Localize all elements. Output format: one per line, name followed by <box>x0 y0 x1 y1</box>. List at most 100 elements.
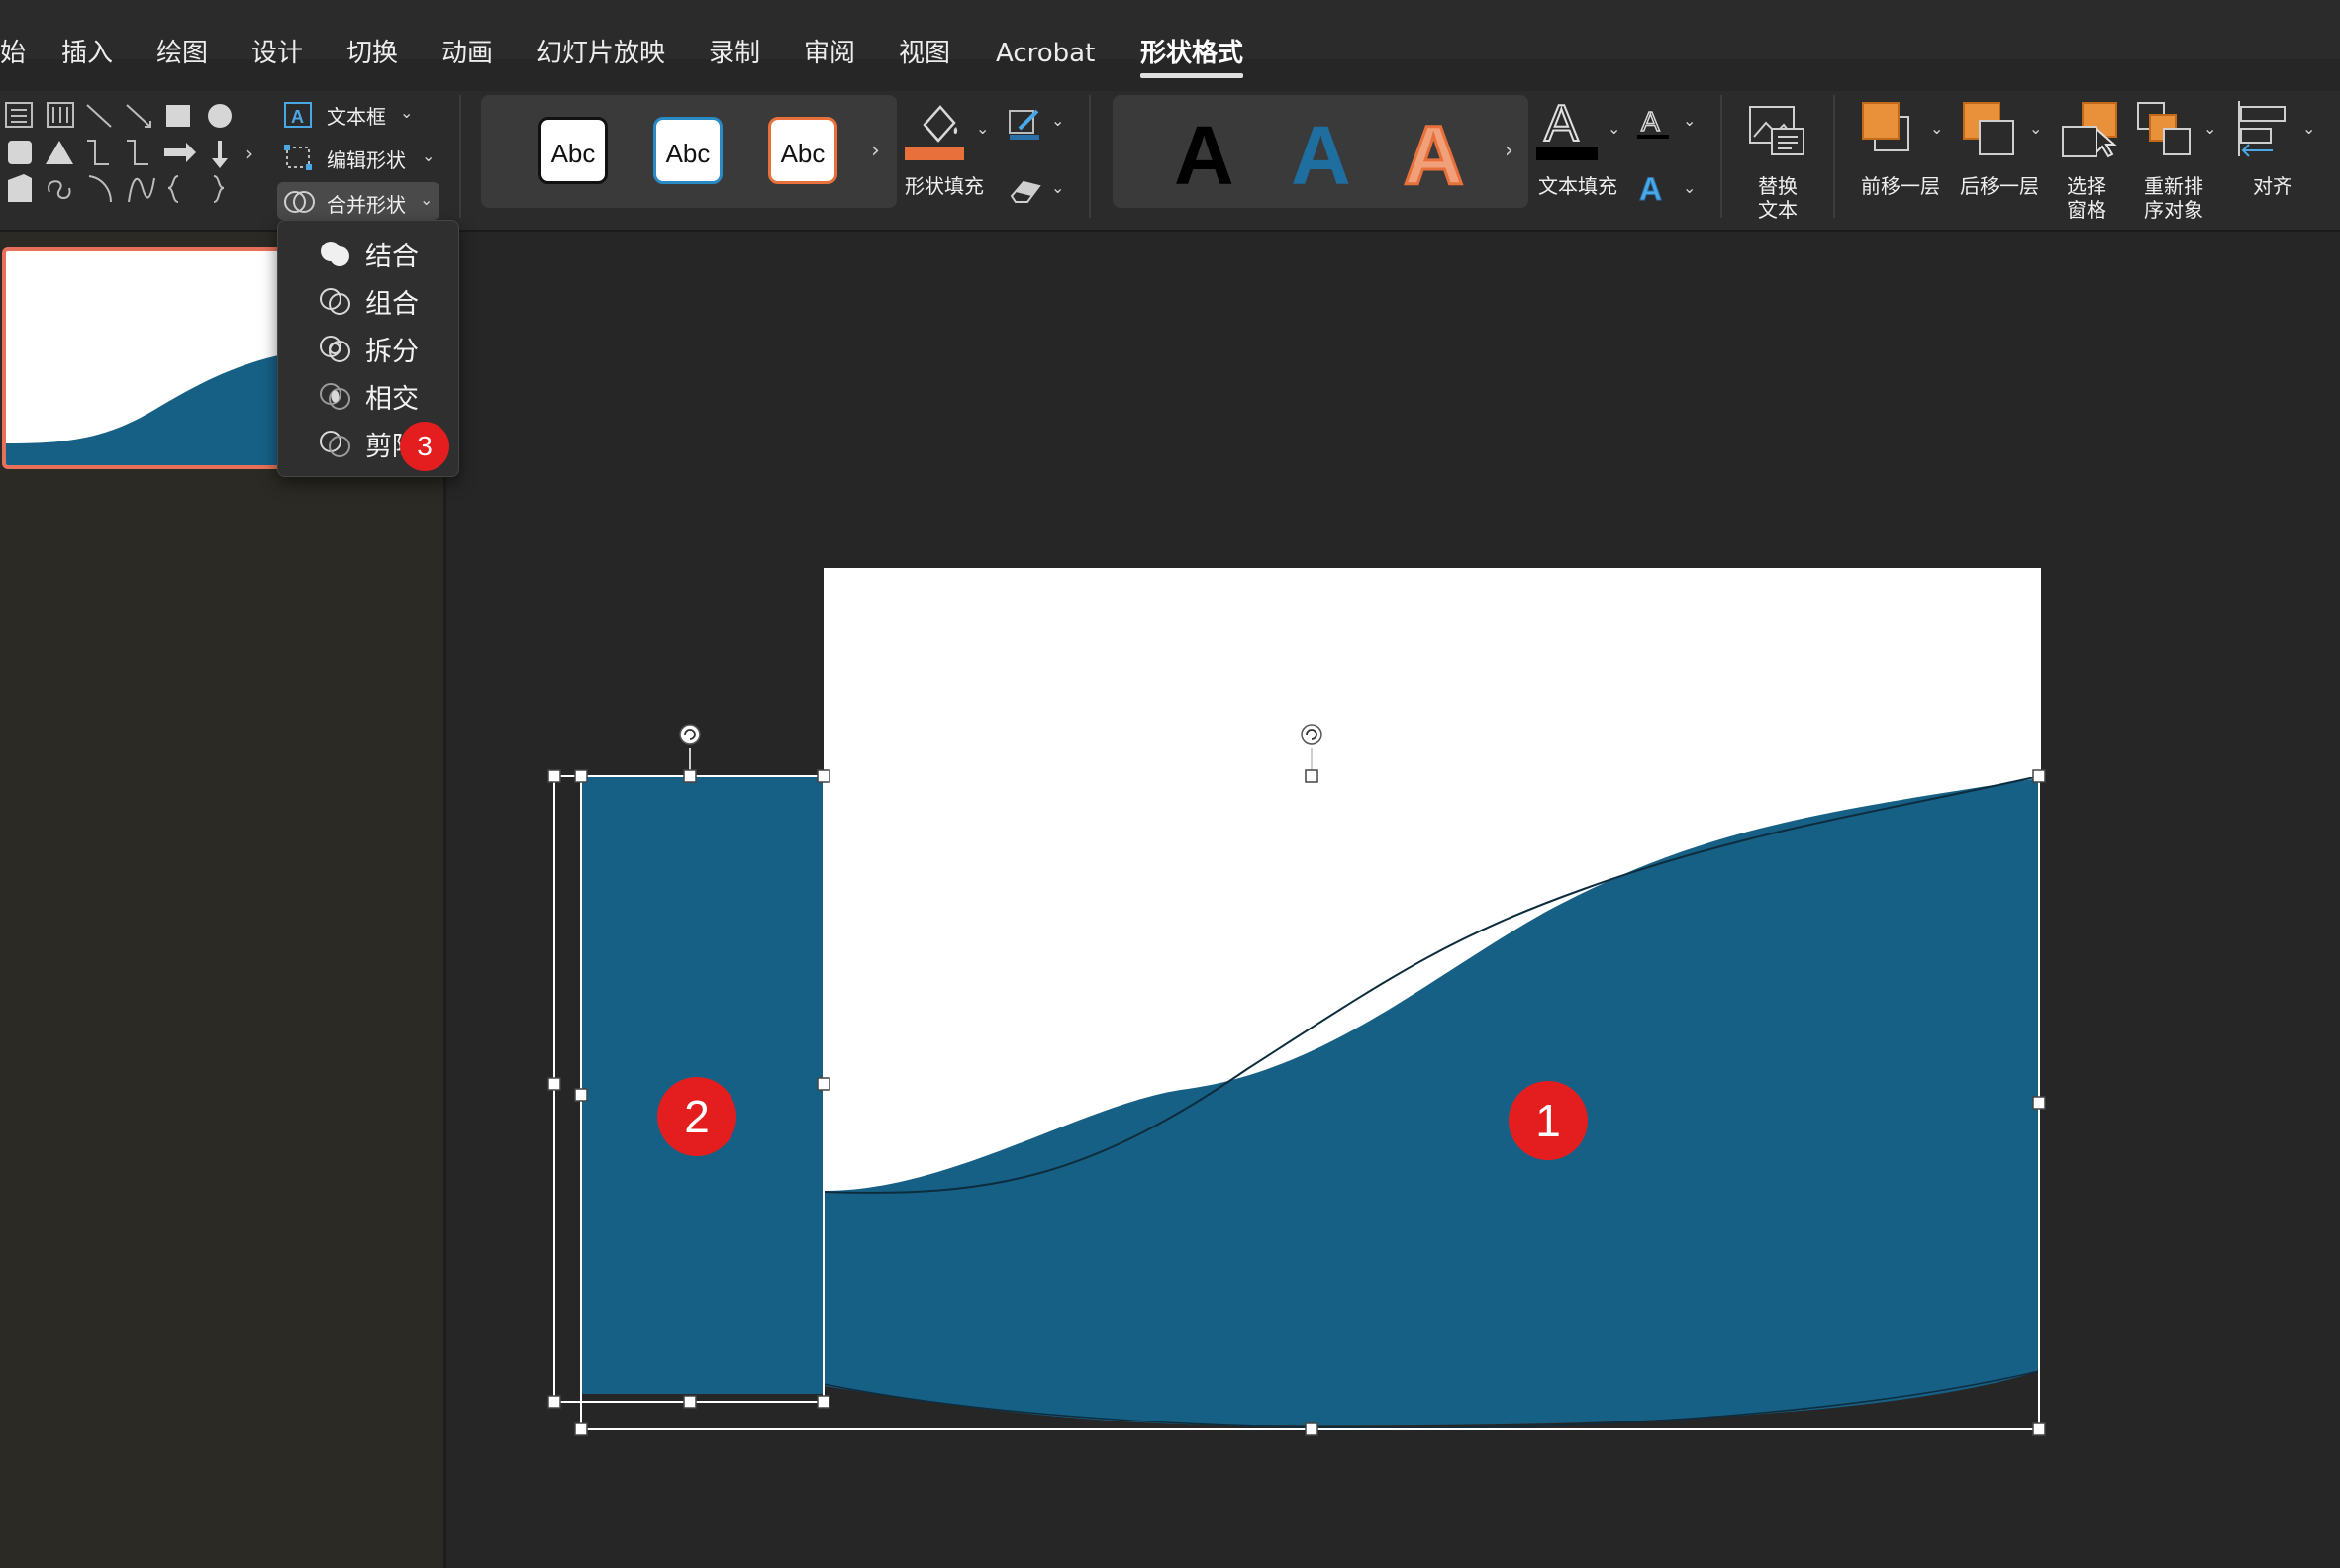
text-effects-icon[interactable]: A <box>1635 170 1671 207</box>
shapes-gallery[interactable]: › <box>4 99 257 206</box>
chevron-down-icon[interactable]: ⌄ <box>976 119 989 138</box>
rotate-handle-icon <box>1301 724 1322 745</box>
reorder-icon[interactable] <box>2136 99 2195 160</box>
resize-handle <box>683 1395 697 1409</box>
alt-text-label-2[interactable]: 文本 <box>1758 194 1798 223</box>
align-icon[interactable] <box>2233 99 2294 160</box>
shape-style-orange[interactable]: Abc <box>768 117 837 184</box>
ribbon-separator <box>459 95 461 218</box>
svg-text:A: A <box>291 107 304 127</box>
eraser-icon[interactable] <box>1008 176 1043 206</box>
slide-thumbnail-preview <box>6 353 283 465</box>
union-icon <box>321 242 349 266</box>
tab-animations[interactable]: 动画 <box>441 0 493 68</box>
tab-transitions[interactable]: 切换 <box>346 0 398 68</box>
svg-text:›: › <box>245 142 253 165</box>
resize-handle <box>1305 1422 1318 1436</box>
bring-forward-label[interactable]: 前移一层 <box>1861 170 1940 199</box>
text-outline-icon[interactable]: A <box>1635 105 1671 141</box>
menu-item-combine[interactable]: 组合 <box>278 276 458 324</box>
gallery-more-icon[interactable]: › <box>1505 139 1513 163</box>
menu-item-label: 相交 <box>365 384 419 415</box>
tab-insert[interactable]: 插入 <box>61 0 113 68</box>
alt-text-icon[interactable] <box>1748 103 1807 160</box>
step-badge-3: 3 <box>400 422 449 471</box>
text-box-button[interactable]: 文本框 <box>327 101 386 130</box>
resize-handle <box>2032 1096 2046 1110</box>
wordart-black[interactable]: A <box>1174 111 1234 200</box>
selection-pane-icon[interactable] <box>2061 99 2120 160</box>
bring-forward-icon[interactable] <box>1861 99 1914 158</box>
fragment-icon <box>320 336 350 362</box>
chevron-down-icon[interactable]: ⌄ <box>1683 111 1696 130</box>
chevron-down-icon[interactable]: ⌄ <box>422 147 435 165</box>
rotate-handle-icon <box>679 724 701 745</box>
pen-icon[interactable] <box>1008 107 1043 141</box>
tab-draw[interactable]: 绘图 <box>156 0 208 68</box>
tab-acrobat[interactable]: Acrobat <box>996 0 1095 68</box>
resize-handle <box>817 1395 830 1409</box>
tab-review[interactable]: 审阅 <box>804 0 855 68</box>
align-label[interactable]: 对齐 <box>2253 170 2292 199</box>
resize-handle <box>2032 769 2046 783</box>
resize-handle <box>574 1088 588 1102</box>
chevron-down-icon[interactable]: ⌄ <box>1930 119 1943 138</box>
chevron-down-icon[interactable]: ⌄ <box>1683 178 1696 197</box>
menu-item-label: 组合 <box>365 289 419 320</box>
tab-slide-show[interactable]: 幻灯片放映 <box>536 0 665 68</box>
shape-style-black[interactable]: Abc <box>538 117 608 184</box>
step-badge-2: 2 <box>657 1077 736 1156</box>
selection-pane-label-2[interactable]: 窗格 <box>2067 194 2106 223</box>
tab-record[interactable]: 录制 <box>709 0 760 68</box>
shape-style-blue[interactable]: Abc <box>653 117 723 184</box>
chevron-down-icon[interactable]: ⌄ <box>400 103 413 122</box>
chevron-down-icon[interactable]: ⌄ <box>1051 111 1064 130</box>
chevron-down-icon[interactable]: ⌄ <box>1608 119 1620 138</box>
text-fill-label[interactable]: 文本填充 <box>1538 170 1617 199</box>
text-fill-icon[interactable]: A <box>1532 97 1602 162</box>
merge-shapes-icon <box>284 191 315 213</box>
ribbon-separator <box>1089 95 1091 218</box>
edit-shape-icon <box>284 145 312 170</box>
resize-handle <box>547 1077 561 1091</box>
menu-item-label: 结合 <box>365 242 419 272</box>
resize-handle <box>1305 769 1318 783</box>
edit-shape-button[interactable]: 编辑形状 <box>327 145 406 173</box>
combine-icon <box>320 288 350 315</box>
paint-bucket-icon[interactable] <box>903 95 966 164</box>
resize-handle <box>574 769 588 783</box>
step-badge-1: 1 <box>1509 1081 1588 1160</box>
wordart-blue[interactable]: A <box>1291 111 1351 200</box>
chevron-down-icon[interactable]: ⌄ <box>1051 178 1064 197</box>
menu-item-fragment[interactable]: 拆分 <box>278 324 458 371</box>
slide-canvas[interactable] <box>535 713 2059 1445</box>
wordart-orange[interactable]: A <box>1403 110 1466 202</box>
resize-handle <box>547 769 561 783</box>
resize-handle <box>547 1395 561 1409</box>
chevron-down-icon[interactable]: ⌄ <box>2203 119 2216 138</box>
tab-home[interactable]: 始 <box>0 0 26 68</box>
active-tab-underline <box>1140 73 1243 78</box>
resize-handle <box>2032 1422 2046 1436</box>
svg-text:A: A <box>1544 97 1579 152</box>
chevron-down-icon[interactable]: ⌄ <box>2302 119 2315 138</box>
tab-shape-format[interactable]: 形状格式 <box>1140 0 1243 68</box>
chevron-down-icon[interactable]: ⌄ <box>2029 119 2042 138</box>
shape-fill-label[interactable]: 形状填充 <box>905 170 984 199</box>
menu-item-label: 拆分 <box>365 337 419 367</box>
menu-item-intersect[interactable]: 相交 <box>278 371 458 419</box>
send-backward-icon[interactable] <box>1962 99 2019 158</box>
chevron-down-icon[interactable]: ⌄ <box>420 190 433 209</box>
gallery-more-icon[interactable]: › <box>871 139 880 163</box>
reorder-label-2[interactable]: 序对象 <box>2144 194 2203 223</box>
menu-item-union[interactable]: 结合 <box>278 229 458 276</box>
svg-text:A: A <box>1639 171 1662 206</box>
tab-design[interactable]: 设计 <box>251 0 303 68</box>
tab-view[interactable]: 视图 <box>899 0 950 68</box>
svg-text:A: A <box>1641 106 1660 137</box>
ribbon-separator <box>1833 95 1835 218</box>
slide-thumbnail-1[interactable] <box>2 247 287 469</box>
resize-handle <box>817 769 830 783</box>
send-backward-label[interactable]: 后移一层 <box>1960 170 2039 199</box>
resize-handle <box>817 1077 830 1091</box>
